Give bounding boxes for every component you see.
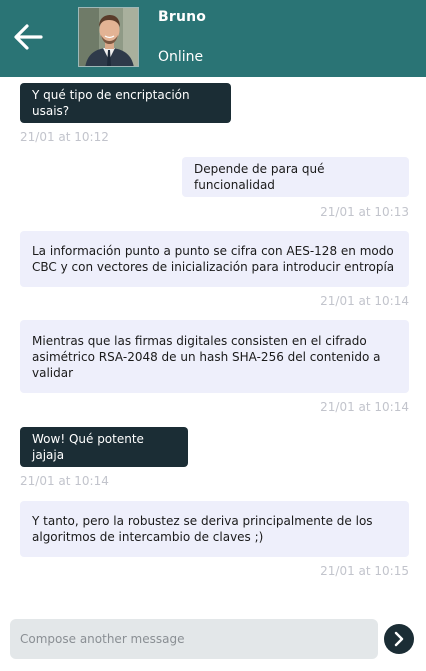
compose-message-input[interactable] — [10, 619, 378, 659]
chevron-right-icon — [394, 631, 404, 647]
back-button[interactable] — [8, 19, 48, 55]
message-timestamp: 21/01 at 10:14 — [320, 294, 409, 308]
message-bubble-sent: Y tanto, pero la robustez se deriva prin… — [20, 501, 409, 557]
message-timestamp: 21/01 at 10:13 — [320, 205, 409, 219]
message-timestamp: 21/01 at 10:12 — [20, 130, 109, 144]
message-bubble-sent: Depende de para qué funcionalidad — [182, 157, 409, 197]
message-text: Depende de para qué funcionalidad — [194, 162, 325, 192]
message-bubble-received: Wow! Qué potente jajaja — [20, 427, 188, 467]
message-timestamp: 21/01 at 10:14 — [320, 400, 409, 414]
message-text: La información punto a punto se cifra co… — [32, 244, 395, 274]
message-text: Y qué tipo de encriptación usais? — [32, 88, 190, 118]
arrow-left-icon — [14, 24, 43, 50]
message-text: Y tanto, pero la robustez se deriva prin… — [32, 514, 373, 544]
message-text: Mientras que las firmas digitales consis… — [32, 333, 381, 380]
contact-status: Online — [158, 49, 204, 65]
avatar[interactable] — [78, 7, 139, 67]
message-text: Wow! Qué potente jajaja — [32, 432, 144, 462]
message-timestamp: 21/01 at 10:14 — [20, 474, 109, 488]
message-bubble-received: Y qué tipo de encriptación usais? — [20, 83, 231, 123]
contact-name: Bruno — [158, 9, 207, 25]
message-bubble-sent: La información punto a punto se cifra co… — [20, 231, 409, 287]
send-button[interactable] — [384, 624, 414, 654]
message-timestamp: 21/01 at 10:15 — [320, 564, 409, 578]
message-bubble-sent: Mientras que las firmas digitales consis… — [20, 320, 409, 393]
chat-header: Bruno Online — [0, 0, 426, 77]
